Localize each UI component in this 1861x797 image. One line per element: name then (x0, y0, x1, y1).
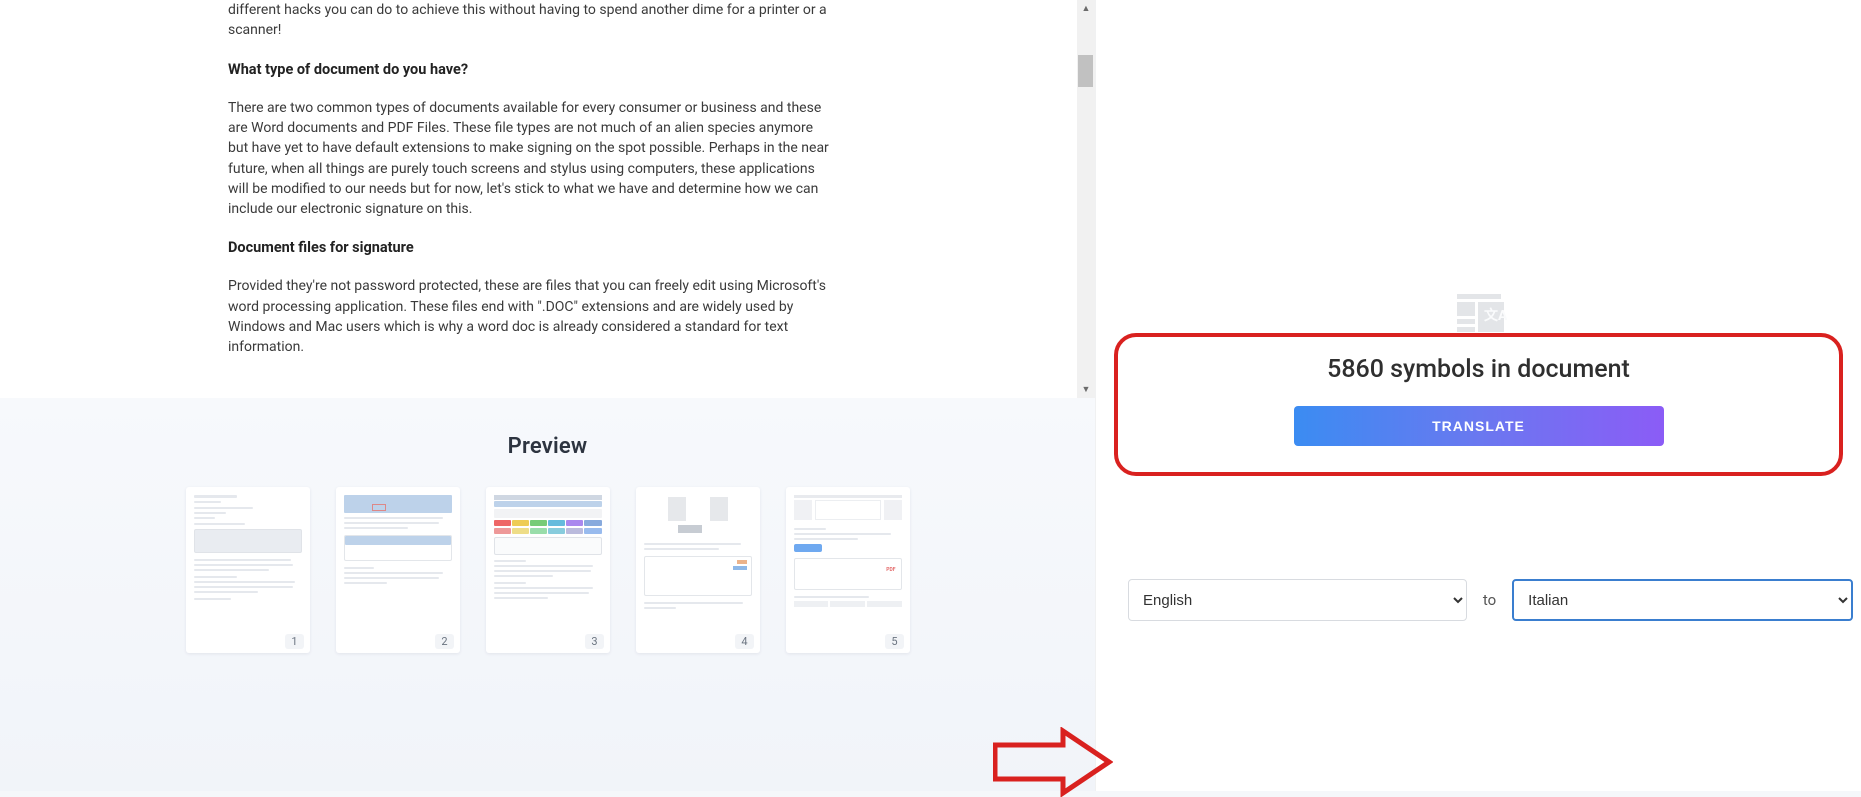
preview-page-3[interactable]: 3 (486, 487, 610, 653)
document-body: different hacks you can do to achieve th… (0, 0, 1095, 398)
translate-callout: 5860 symbols in document TRANSLATE (1114, 333, 1843, 476)
preview-page-4[interactable]: 4 (636, 487, 760, 653)
scroll-down-arrow-icon[interactable]: ▼ (1077, 381, 1095, 398)
page-number-badge: 4 (735, 634, 753, 649)
document-content-panel: different hacks you can do to achieve th… (0, 0, 1095, 398)
doc-paragraph: There are two common types of documents … (228, 98, 835, 220)
source-language-select[interactable]: EnglishItalianSpanishFrenchGerman (1128, 579, 1467, 621)
language-row: EnglishItalianSpanishFrenchGerman to Ita… (1128, 579, 1853, 621)
to-label: to (1481, 591, 1498, 609)
annotation-arrow-icon (993, 727, 1113, 797)
doc-heading: What type of document do you have? (228, 59, 835, 80)
scrollbar-thumb[interactable] (1078, 55, 1093, 87)
page-number-badge: 2 (435, 634, 453, 649)
preview-section: Preview 1 (0, 398, 1095, 791)
translate-icon: 文A (1451, 292, 1507, 336)
preview-page-1[interactable]: 1 (186, 487, 310, 653)
page-number-badge: 3 (585, 634, 603, 649)
translation-sidebar: 文A 5860 symbols in document TRANSLATE En… (1095, 0, 1861, 791)
doc-paragraph: Provided they're not password protected,… (228, 276, 835, 357)
symbol-count-text: 5860 symbols in document (1148, 355, 1809, 384)
preview-title: Preview (0, 398, 1095, 487)
preview-page-5[interactable]: PDF 5 (786, 487, 910, 653)
page-number-badge: 1 (285, 634, 303, 649)
scroll-up-arrow-icon[interactable]: ▲ (1077, 0, 1095, 17)
preview-page-2[interactable]: 2 (336, 487, 460, 653)
svg-text:文A: 文A (1484, 307, 1507, 324)
preview-thumbnails: 1 2 (0, 487, 1095, 653)
page-number-badge: 5 (885, 634, 903, 649)
doc-heading: Document files for signature (228, 237, 835, 258)
doc-paragraph: different hacks you can do to achieve th… (228, 0, 835, 41)
document-scrollbar[interactable]: ▲ ▼ (1077, 0, 1095, 398)
translate-button[interactable]: TRANSLATE (1294, 406, 1664, 446)
target-language-select[interactable]: ItalianEnglishSpanishFrenchGerman (1512, 579, 1853, 621)
